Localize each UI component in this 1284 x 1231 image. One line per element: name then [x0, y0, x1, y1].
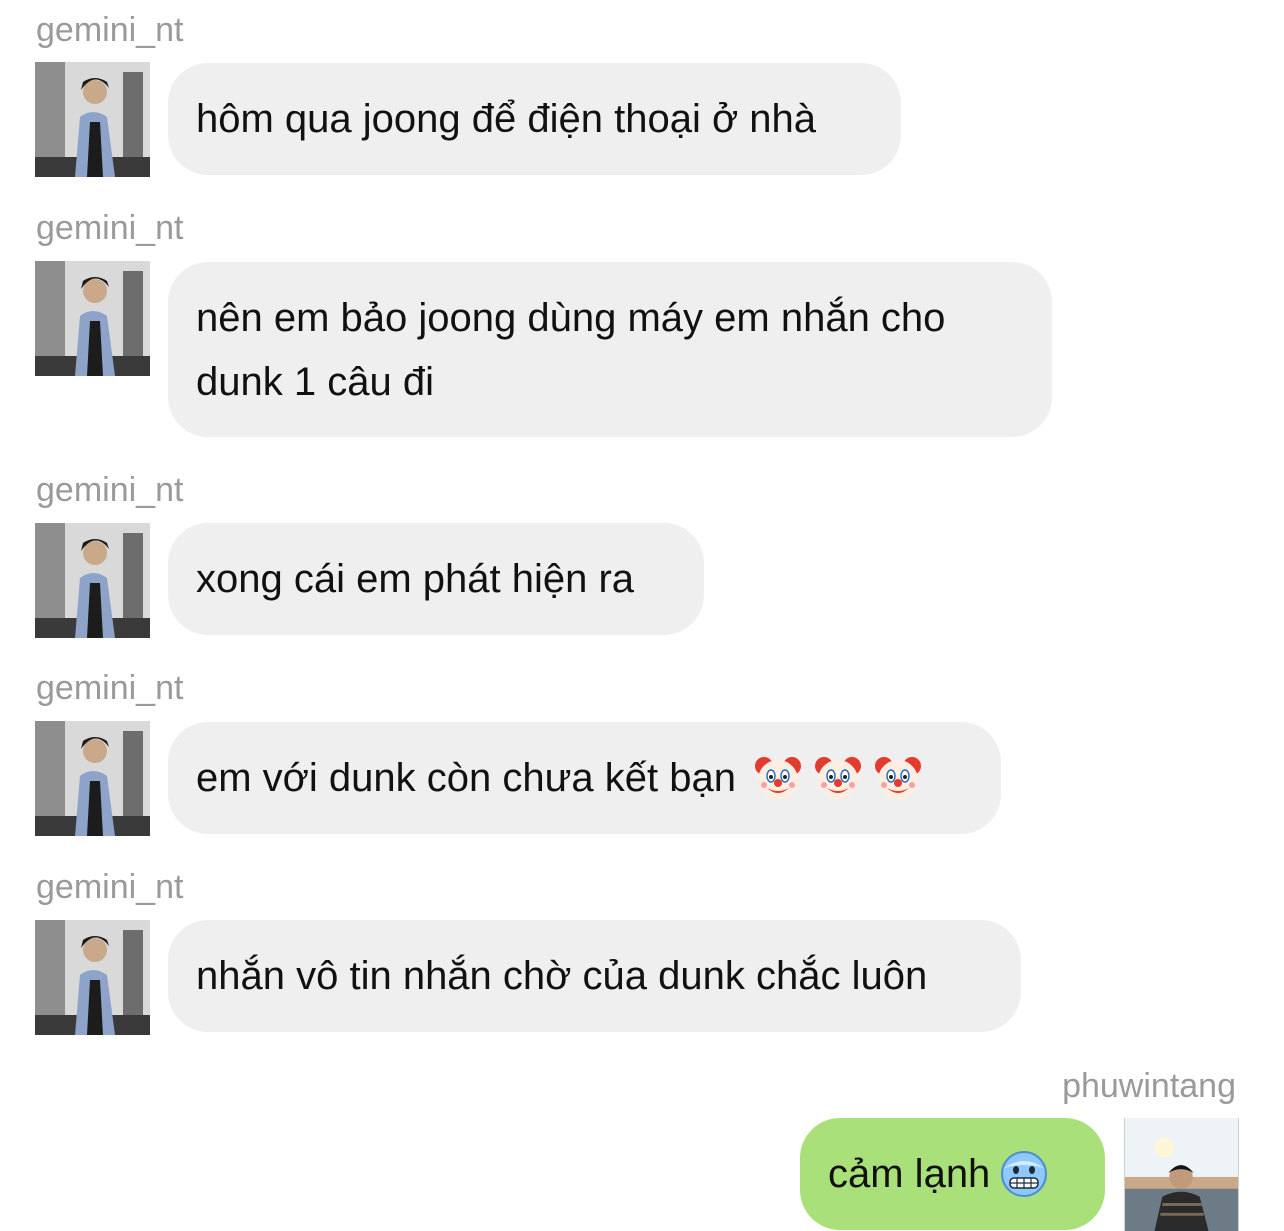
sender-username: gemini_nt	[36, 11, 184, 49]
avatar[interactable]	[35, 920, 150, 1035]
cold-face-icon	[998, 1148, 1050, 1200]
message-bubble[interactable]: nhắn vô tin nhắn chờ của dunk chắc luôn	[168, 920, 1021, 1032]
clown-face-icon	[812, 752, 864, 804]
sender-username: gemini_nt	[36, 868, 184, 906]
sender-username: gemini_nt	[36, 209, 184, 247]
message-text: cảm lạnh	[828, 1152, 991, 1196]
avatar[interactable]	[35, 523, 150, 638]
message-bubble[interactable]: em với dunk còn chưa kết bạn	[168, 722, 1001, 834]
avatar-gemini-icon	[35, 523, 150, 638]
message-bubble[interactable]: nên em bảo joong dùng máy em nhắn cho du…	[168, 262, 1052, 437]
clown-face-icon	[872, 752, 924, 804]
avatar-gemini-icon	[35, 721, 150, 836]
message-text: em với dunk còn chưa kết bạn	[196, 756, 736, 800]
message-bubble-outgoing[interactable]: cảm lạnh	[800, 1118, 1105, 1230]
avatar-phuwintang-icon	[1125, 1118, 1238, 1231]
avatar-gemini-icon	[35, 261, 150, 376]
avatar[interactable]	[35, 62, 150, 177]
avatar[interactable]	[35, 261, 150, 376]
sender-username: gemini_nt	[36, 471, 184, 509]
avatar[interactable]	[35, 721, 150, 836]
emoji-group	[744, 752, 924, 804]
message-text: nên em bảo joong dùng máy em nhắn cho du…	[196, 296, 946, 404]
chat-thread: gemini_nt hôm qua joong để điện thoại ở …	[0, 0, 1284, 1231]
message-text: nhắn vô tin nhắn chờ của dunk chắc luôn	[196, 954, 928, 998]
sender-username: gemini_nt	[36, 669, 184, 707]
message-bubble[interactable]: xong cái em phát hiện ra	[168, 523, 704, 635]
message-text: xong cái em phát hiện ra	[196, 557, 635, 601]
message-text: hôm qua joong để điện thoại ở nhà	[196, 97, 817, 141]
message-bubble[interactable]: hôm qua joong để điện thoại ở nhà	[168, 63, 901, 175]
avatar[interactable]	[1124, 1118, 1239, 1231]
sender-username: phuwintang	[1062, 1067, 1236, 1105]
avatar-gemini-icon	[35, 62, 150, 177]
clown-face-icon	[752, 752, 804, 804]
avatar-gemini-icon	[35, 920, 150, 1035]
